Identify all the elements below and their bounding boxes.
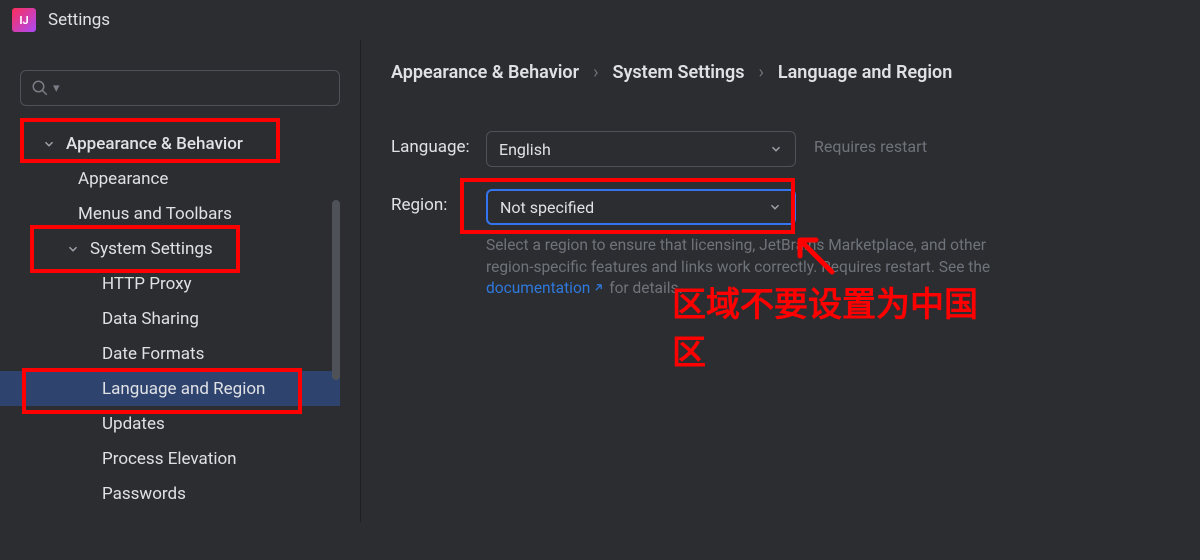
chevron-down-icon (768, 200, 782, 214)
sidebar-item-http-proxy[interactable]: HTTP Proxy (20, 266, 340, 301)
tree-label: Updates (102, 414, 165, 434)
window-title: Settings (48, 10, 110, 30)
region-dropdown[interactable]: Not specified (486, 189, 796, 225)
region-help-text: Select a region to ensure that licensing… (486, 235, 996, 300)
tree-label: System Settings (90, 239, 213, 259)
chevron-down-icon (42, 137, 56, 151)
search-input[interactable]: ▾ (20, 70, 340, 106)
chevron-down-icon (66, 242, 80, 256)
sidebar-item-appearance-behavior[interactable]: Appearance & Behavior (20, 126, 340, 161)
sidebar-item-system-settings[interactable]: System Settings (20, 231, 340, 266)
chevron-right-icon: › (593, 62, 598, 83)
tree-label: HTTP Proxy (102, 274, 192, 294)
sidebar-item-menus-toolbars[interactable]: Menus and Toolbars (20, 196, 340, 231)
tree-label: Process Elevation (102, 449, 237, 469)
search-icon (31, 79, 49, 97)
tree-label: Menus and Toolbars (78, 204, 232, 224)
chevron-right-icon: › (758, 62, 763, 83)
tree-label: Passwords (102, 484, 186, 504)
dropdown-value: Not specified (500, 198, 594, 217)
language-dropdown[interactable]: English (486, 131, 796, 167)
title-bar: IJ Settings (0, 0, 1200, 40)
language-label: Language: (391, 131, 486, 157)
documentation-link[interactable]: documentation (486, 279, 605, 297)
app-icon: IJ (12, 8, 36, 32)
sidebar-item-updates[interactable]: Updates (20, 406, 340, 441)
region-label: Region: (391, 189, 486, 215)
language-hint: Requires restart (814, 131, 927, 156)
tree-label: Language and Region (102, 379, 265, 399)
external-link-icon (592, 281, 605, 294)
breadcrumb: Appearance & Behavior › System Settings … (391, 62, 1170, 83)
content-panel: Appearance & Behavior › System Settings … (360, 40, 1200, 522)
settings-sidebar: ▾ Appearance & Behavior Appearance Menus… (0, 40, 360, 522)
tree-label: Date Formats (102, 344, 204, 364)
sidebar-scrollbar[interactable] (332, 200, 340, 560)
sidebar-item-passwords[interactable]: Passwords (20, 476, 340, 511)
sidebar-item-language-region[interactable]: Language and Region (20, 371, 340, 406)
breadcrumb-item[interactable]: Appearance & Behavior (391, 62, 579, 83)
tree-label: Appearance (78, 169, 168, 189)
dropdown-value: English (499, 140, 551, 159)
tree-label: Appearance & Behavior (66, 134, 243, 154)
breadcrumb-item: Language and Region (778, 62, 952, 83)
sidebar-item-process-elevation[interactable]: Process Elevation (20, 441, 340, 476)
sidebar-item-data-sharing[interactable]: Data Sharing (20, 301, 340, 336)
tree-label: Data Sharing (102, 309, 199, 329)
breadcrumb-item[interactable]: System Settings (612, 62, 744, 83)
sidebar-item-date-formats[interactable]: Date Formats (20, 336, 340, 371)
settings-tree: Appearance & Behavior Appearance Menus a… (20, 126, 340, 511)
chevron-down-icon (769, 142, 783, 156)
sidebar-item-appearance[interactable]: Appearance (20, 161, 340, 196)
